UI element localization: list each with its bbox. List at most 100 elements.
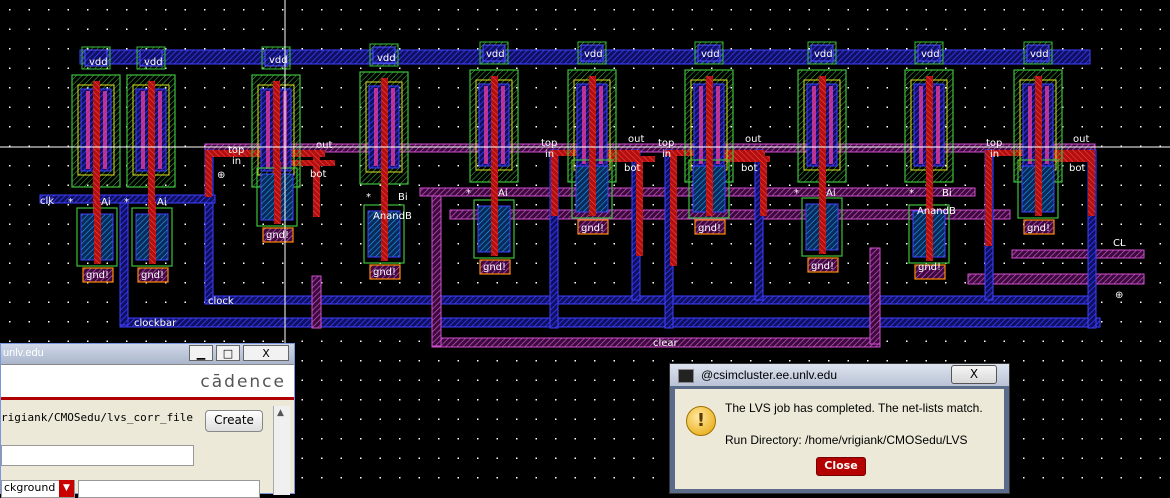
lvs-form-window[interactable]: unlv.edu ▁ □ X cādence rigiank/CMOSedu/l… [0,343,295,498]
minimize-button[interactable]: ▁ [189,345,213,361]
svg-text:vdd: vdd [377,53,396,64]
run-directory-text: Run Directory: /home/vrigiank/CMOSedu/LV… [725,433,968,447]
svg-text:*: * [366,192,371,203]
svg-text:vdd: vdd [1030,49,1049,60]
terminal-icon [678,369,694,383]
scroll-up-icon[interactable]: ▲ [277,408,284,418]
svg-text:bot: bot [624,163,640,174]
svg-text:Ai: Ai [498,188,508,199]
scrollbar[interactable]: ▲ [273,406,290,495]
svg-text:*: * [794,188,799,199]
close-button[interactable]: Close [816,457,866,476]
svg-text:Bi: Bi [942,188,952,199]
svg-text:bot: bot [741,163,757,174]
svg-text:AnandB: AnandB [917,206,956,217]
chevron-down-icon[interactable]: ▼ [59,480,74,497]
lvs-result-message: The LVS job has completed. The net-lists… [725,401,983,415]
svg-text:gnd!: gnd! [811,261,834,272]
correspondence-file-path[interactable]: rigiank/CMOSedu/lvs_corr_file [1,411,193,424]
v-conn [119,194,129,326]
cadence-logo: cādence [200,372,286,392]
svg-text:*: * [68,197,73,208]
poly-route [1088,156,1095,216]
svg-text:*: * [466,188,471,199]
svg-text:out: out [1073,134,1089,145]
poly-route [205,157,212,197]
cl-bus [1011,249,1145,259]
svg-text:Ai: Ai [157,197,167,208]
poly-route [313,157,320,217]
close-window-button[interactable]: X [243,345,289,361]
window-title: unlv.edu [3,347,44,359]
origin-marker: ⊕ [1115,290,1123,301]
nmos-cell [688,153,730,235]
correspondence-row: rigiank/CMOSedu/lvs_corr_file Create [1,404,271,434]
svg-text:Ai: Ai [101,197,111,208]
minimize-icon: ▁ [196,347,206,360]
svg-text:out: out [745,134,761,145]
svg-text:out: out [316,140,332,151]
svg-text:gnd!: gnd! [373,267,396,278]
svg-text:gnd!: gnd! [698,223,721,234]
pink-via-left [311,275,322,329]
options-field[interactable] [78,480,260,498]
svg-text:gnd!: gnd! [1027,223,1050,234]
svg-text:gnd!: gnd! [141,270,164,281]
svg-text:clockbar: clockbar [134,318,177,329]
svg-text:clock: clock [208,296,234,307]
svg-text:vdd: vdd [814,49,833,60]
nmos-cell [1017,153,1059,235]
origin-marker: ⊕ [217,170,225,181]
svg-text:gnd!: gnd! [266,230,289,241]
clockbar-bus [119,317,1101,328]
create-button[interactable]: Create [205,410,263,432]
close-icon: X [262,347,270,360]
cadence-banner: cādence [1,365,294,400]
nmos-cell [571,153,613,235]
svg-text:AnandB: AnandB [373,211,412,222]
dialog-body: ! The LVS job has completed. The net-lis… [675,389,1004,489]
svg-text:in: in [545,149,554,160]
svg-text:gnd!: gnd! [86,270,109,281]
text-field[interactable] [1,445,194,466]
lvs-form-titlebar[interactable]: unlv.edu ▁ □ X [1,344,294,365]
clock-bus [204,295,1096,305]
svg-text:clk: clk [40,196,54,207]
lvs-complete-dialog[interactable]: @csimcluster.ee.unlv.edu X ! The LVS job… [669,363,1010,494]
svg-text:gnd!: gnd! [581,223,604,234]
svg-text:vdd: vdd [144,57,163,68]
right-output-bus [967,273,1145,285]
maximize-icon: □ [222,347,234,360]
svg-text:CL: CL [1113,238,1126,249]
svg-text:*: * [909,188,914,199]
svg-text:Bi: Bi [398,192,408,203]
poly-route [551,156,558,216]
svg-text:in: in [990,149,999,160]
svg-text:clear: clear [653,338,679,349]
warning-icon: ! [686,406,716,436]
svg-text:in: in [662,149,671,160]
maximize-button[interactable]: □ [216,345,240,361]
dialog-close-x-button[interactable]: X [951,365,997,384]
poly-route [670,156,677,266]
svg-text:gnd!: gnd! [483,262,506,273]
clear-vertical-right [869,247,881,345]
dialog-titlebar[interactable]: @csimcluster.ee.unlv.edu X [670,364,1009,386]
svg-text:vdd: vdd [584,49,603,60]
svg-text:out: out [628,134,644,145]
svg-text:vdd: vdd [486,49,505,60]
top-bus [204,143,1096,153]
svg-text:vdd: vdd [921,49,940,60]
poly-route [760,156,767,216]
svg-text:bot: bot [310,169,326,180]
svg-text:vdd: vdd [89,57,108,68]
clear-vertical [431,195,442,347]
dialog-title: @csimcluster.ee.unlv.edu [701,368,838,382]
nmos-cell [801,191,843,273]
svg-text:Ai: Ai [826,188,836,199]
svg-text:gnd!: gnd! [918,262,941,273]
svg-text:bot: bot [1069,163,1085,174]
poly-route [985,156,992,246]
svg-text:*: * [124,197,129,208]
svg-text:in: in [232,156,241,167]
